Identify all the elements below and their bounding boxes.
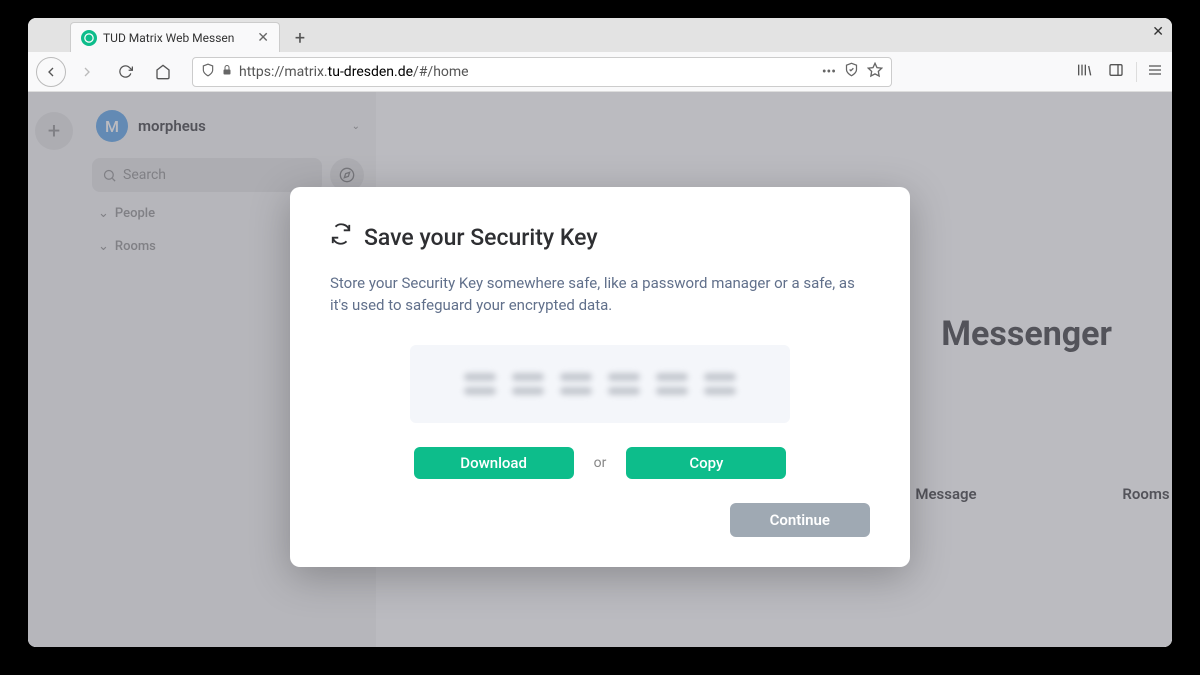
download-button[interactable]: Download — [414, 447, 574, 479]
modal-scrim[interactable]: Save your Security Key Store your Securi… — [28, 92, 1172, 647]
browser-tab[interactable]: TUD Matrix Web Messen ✕ — [70, 22, 280, 52]
copy-button[interactable]: Copy — [626, 447, 786, 479]
dialog-title: Save your Security Key — [330, 223, 870, 251]
dialog-description: Store your Security Key somewhere safe, … — [330, 273, 870, 317]
tab-bar: TUD Matrix Web Messen ✕ + ✕ — [28, 18, 1172, 52]
home-button[interactable] — [146, 57, 180, 87]
url-text: https://matrix.tu-dresden.de/#/home — [239, 64, 816, 80]
tab-close-icon[interactable]: ✕ — [257, 30, 269, 46]
security-key-dialog: Save your Security Key Store your Securi… — [290, 187, 910, 567]
back-button[interactable] — [36, 57, 66, 87]
forward-button — [70, 57, 104, 87]
dialog-action-row: Download or Copy — [330, 447, 870, 479]
browser-window: TUD Matrix Web Messen ✕ + ✕ https://matr — [28, 18, 1172, 647]
window-close-icon[interactable]: ✕ — [1152, 24, 1164, 40]
url-bar: https://matrix.tu-dresden.de/#/home ••• — [28, 52, 1172, 92]
tab-favicon-icon — [81, 30, 97, 46]
shield-icon — [201, 63, 215, 81]
continue-button[interactable]: Continue — [730, 503, 870, 537]
or-label: or — [594, 455, 607, 471]
tab-title: TUD Matrix Web Messen — [103, 31, 251, 45]
bookmark-star-icon[interactable] — [867, 62, 883, 82]
menu-icon[interactable] — [1136, 62, 1160, 82]
key-sync-icon — [330, 223, 352, 251]
sidebar-icon[interactable] — [1104, 62, 1128, 82]
lock-icon — [221, 64, 233, 80]
security-key-display — [410, 345, 790, 423]
more-icon[interactable]: ••• — [822, 64, 836, 80]
library-icon[interactable] — [1072, 62, 1096, 82]
url-input[interactable]: https://matrix.tu-dresden.de/#/home ••• — [192, 57, 892, 87]
shield-outline-icon[interactable] — [844, 62, 859, 81]
new-tab-button[interactable]: + — [286, 24, 314, 52]
app-body: + M morpheus ⌄ Search ⌄ People — [28, 92, 1172, 647]
reload-button[interactable] — [108, 57, 142, 87]
